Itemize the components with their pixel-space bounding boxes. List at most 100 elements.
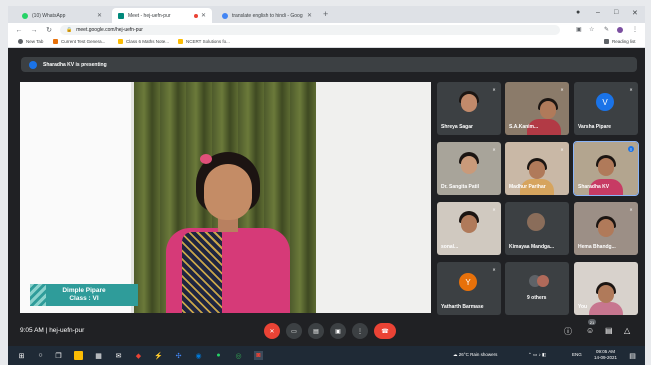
tab-search-icon[interactable]: ● [576,9,580,16]
present-button[interactable]: ▣ [330,323,346,339]
bookmark-current-test[interactable]: Current Test Genera... [53,39,105,44]
tab-whatsapp[interactable]: (10) WhatsApp ✕ [16,8,108,23]
participant-body [589,302,623,315]
tab-meet[interactable]: Meet - hej-uefn-pur ✕ [112,8,212,23]
reading-list[interactable]: Reading list [604,39,636,44]
new-tab-button[interactable]: + [323,9,328,19]
bookmark-class6[interactable]: Class 6 Maths Note... [118,39,169,44]
hair-flower [200,154,212,164]
meeting-info: 9:05 AM | hej-uefn-pur [20,327,85,334]
taskbar-clock[interactable]: 09:05 AM 14-09-2021 [594,349,617,361]
weather-widget[interactable]: ☁ 26°C Rain showers [453,352,497,358]
task-view-icon[interactable]: ❐ [54,351,63,360]
participant-tile-active[interactable]: ≡ Sharadha KV [573,141,639,196]
bookmark-ncert[interactable]: NCERT Solutions fo... [178,39,230,44]
windows-taskbar: ⊞ ○ ❐ ▦ ✉ ◆ ⚡ ✣ ◉ ● ◎ ◙ ☁ 26°C Rain show… [8,346,645,365]
screen: (10) WhatsApp ✕ Meet - hej-uefn-pur ✕ tr… [0,0,651,365]
participant-face [598,219,614,237]
avatar: V [596,93,614,111]
participant-tile[interactable]: ✕ Hema Bhandg... [574,202,638,255]
minimize-icon[interactable]: – [596,9,600,16]
mic-muted-icon: ✕ [560,146,564,152]
camera-button[interactable]: ▭ [286,323,302,339]
speaker-face [204,164,252,220]
background-wall-right [316,82,431,313]
participant-tile[interactable]: ✕ Dr. Sangita Patil [437,142,501,195]
avatar [537,275,549,287]
chat-icon[interactable]: ▤ [605,326,613,335]
folder-icon [178,39,183,44]
search-icon[interactable]: ○ [36,351,45,360]
participant-tile[interactable]: Y ✕ Yatharth Barmase [437,262,501,315]
cloud-icon: ☁ [453,352,458,357]
dropbox-icon[interactable]: ✣ [174,351,183,360]
back-arrow-icon[interactable]: ← [15,27,23,34]
speaker-name-card: Dimple Pipare Class : VI [30,284,138,306]
language-indicator[interactable]: ENG [572,352,582,357]
more-options-button[interactable]: ⋮ [352,323,368,339]
whatsapp-taskbar-icon[interactable]: ● [214,351,223,360]
maximize-icon[interactable]: □ [614,9,618,16]
reload-icon[interactable]: ↻ [45,26,53,34]
present-icon [29,60,37,69]
file-explorer-icon[interactable] [74,351,83,360]
participant-tile[interactable]: ✕ Shreya Sagar [437,82,501,135]
tray-icons[interactable]: ⌃ ▭ ♪ ◧ [528,352,546,358]
activities-icon[interactable]: △ [624,326,630,335]
captions-button[interactable]: ▤ [308,323,324,339]
others-tile[interactable]: 9 others [505,262,569,315]
main-video[interactable]: Dimple Pipare Class : VI [20,82,431,313]
mic-off-button[interactable]: ✕ [264,323,280,339]
tab-translate[interactable]: translate english to hindi - Goog ✕ [216,8,318,23]
camera-permission-icon[interactable]: ▣ [576,26,582,33]
name-card-stripes [30,284,46,306]
app-icon[interactable]: ◆ [134,351,143,360]
speaking-indicator-icon: ≡ [628,146,634,152]
participant-tile[interactable]: Kimayaa Mandga... [505,202,569,255]
app-icon[interactable]: ⚡ [154,351,163,360]
forward-arrow-icon[interactable]: → [30,27,38,34]
globe-icon [18,39,23,44]
edge-icon[interactable]: ◉ [194,351,203,360]
participant-tile[interactable]: ✕ sonal... [437,202,501,255]
menu-dots-icon[interactable]: ⋮ [632,26,638,33]
mic-muted-icon: ✕ [629,86,633,92]
close-tab-icon[interactable]: ✕ [307,12,312,19]
participant-tile[interactable]: V ✕ Varsha Pipare [574,82,638,135]
reading-list-icon [604,39,609,44]
store-icon[interactable]: ▦ [94,351,103,360]
bookmark-new-tab[interactable]: New Tab [18,39,43,44]
participant-tile[interactable]: ✕ S.A.Kanim... [505,82,569,135]
participant-face [461,94,477,112]
meeting-details-icon[interactable]: ⓘ [564,326,572,337]
lock-icon: 🔒 [66,27,73,33]
mic-muted-icon: ✕ [492,206,496,212]
windows-start-icon[interactable]: ⊞ [17,351,26,360]
notifications-icon[interactable]: ▤ [628,351,637,360]
star-icon[interactable]: ☆ [589,26,594,33]
whatsapp-icon [22,12,28,19]
participant-tile-self[interactable]: You [574,262,638,315]
participant-tile[interactable]: ✕ Madhur Parihar [505,142,569,195]
participant-face [598,285,614,303]
participant-face [529,161,545,179]
close-tab-icon[interactable]: ✕ [201,12,206,19]
participant-face [540,101,556,119]
active-app-icon[interactable]: ◙ [254,351,263,360]
meet-icon [118,12,124,19]
people-icon[interactable]: ☺ [586,326,594,335]
profile-avatar[interactable] [617,27,623,33]
leave-call-button[interactable]: ☎ [374,323,396,339]
speaker-clothing-pattern [182,232,222,313]
address-bar[interactable]: 🔒 meet.google.com/hej-uefn-pur [60,25,560,35]
close-tab-icon[interactable]: ✕ [97,12,102,19]
chrome-icon[interactable]: ◎ [234,351,243,360]
close-window-icon[interactable]: ✕ [632,9,638,17]
meet-window: Sharadha KV is presenting Dimple Pipare … [8,48,645,346]
meet-control-bar: 9:05 AM | hej-uefn-pur ✕ ▭ ▤ ▣ ⋮ ☎ ⓘ 21 … [8,319,645,346]
recording-dot-icon [193,13,198,18]
extensions-icon[interactable]: ✎ [604,26,609,33]
participant-face [461,156,477,174]
browser-tab-strip: (10) WhatsApp ✕ Meet - hej-uefn-pur ✕ tr… [8,6,645,23]
mail-icon[interactable]: ✉ [114,351,123,360]
